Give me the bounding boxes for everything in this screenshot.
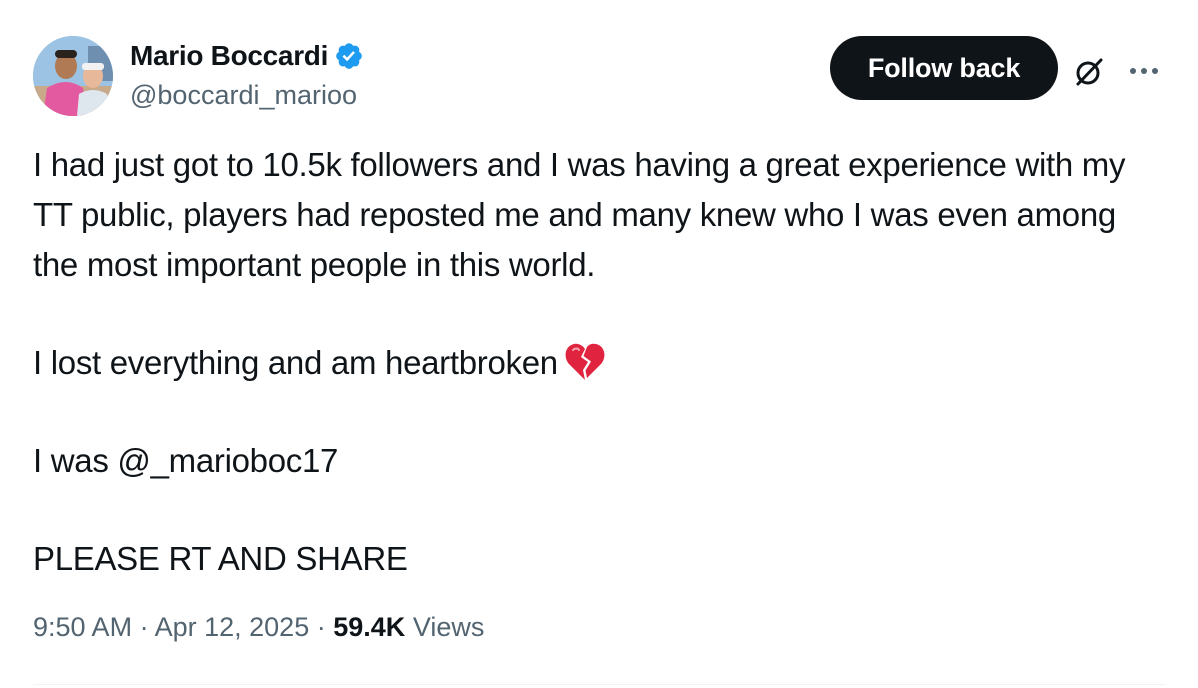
tweet-metadata: 9:50 AM · Apr 12, 2025 · 59.4K Views [33, 612, 484, 643]
tweet-paragraph-4: PLEASE RT AND SHARE [33, 540, 408, 577]
author-handle[interactable]: @boccardi_marioo [130, 80, 357, 111]
follow-back-button[interactable]: Follow back [830, 36, 1058, 100]
views-label: Views [412, 612, 485, 642]
tweet-time[interactable]: 9:50 AM [33, 612, 132, 642]
meta-separator: · [316, 612, 326, 642]
more-options-icon[interactable] [1127, 56, 1161, 86]
avatar-photo [33, 36, 113, 116]
tweet-paragraph-2: I lost everything and am heartbroken [33, 338, 1168, 388]
meta-separator: · [139, 612, 149, 642]
tweet-paragraph-1: I had just got to 10.5k followers and I … [33, 146, 1126, 283]
views-count: 59.4K [333, 612, 406, 642]
avatar[interactable] [33, 36, 113, 116]
verified-badge-icon[interactable] [334, 41, 364, 71]
tweet-text: I had just got to 10.5k followers and I … [33, 140, 1168, 584]
author-name-row[interactable]: Mario Boccardi [130, 38, 364, 74]
display-name[interactable]: Mario Boccardi [130, 40, 328, 72]
tweet-paragraph-3: I was @_marioboc17 [33, 442, 339, 479]
grok-icon[interactable] [1071, 54, 1107, 90]
tweet-header: Mario Boccardi @boccardi_marioo Follow b… [33, 36, 1173, 116]
broken-heart-icon [564, 342, 606, 382]
divider [33, 684, 1165, 685]
tweet-date[interactable]: Apr 12, 2025 [155, 612, 310, 642]
tweet-paragraph-2-text: I lost everything and am heartbroken [33, 344, 558, 381]
